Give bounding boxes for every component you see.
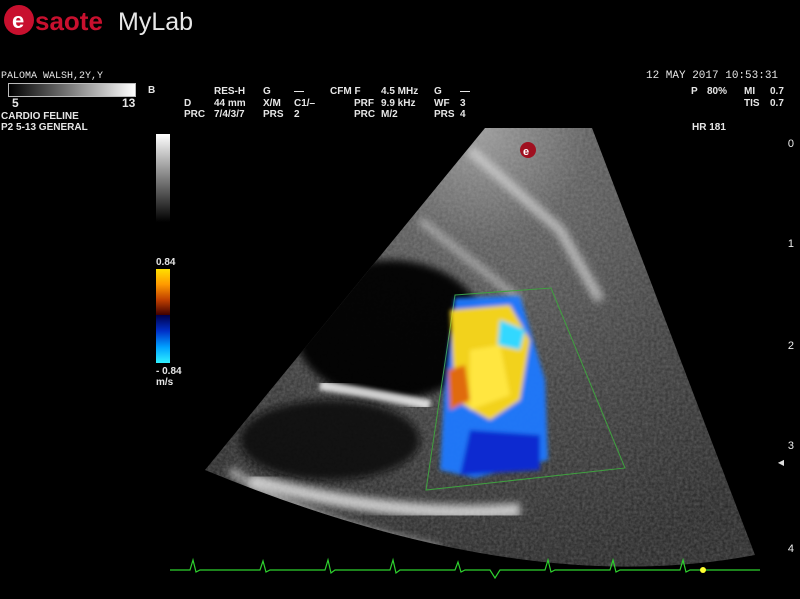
depth-mark-0: 0 — [787, 138, 794, 150]
grayscale-map-bar — [8, 83, 136, 97]
cfm-prs-label: PRS — [434, 109, 455, 120]
cfm-g-value: — — [460, 86, 470, 97]
cfm-frequency: 4.5 MHz — [381, 86, 419, 97]
bmode-prs-label: PRS — [263, 109, 284, 120]
bmode-depth: 44 mm — [214, 98, 246, 109]
cfm-prc-value: M/2 — [381, 109, 398, 120]
depth-mark-1: 1 — [787, 238, 794, 250]
bmode-depth-label: D — [184, 98, 192, 109]
depth-mark-2: 2 — [787, 340, 794, 352]
depth-mark-3: 3 — [787, 440, 794, 452]
echo-sector-image: e — [170, 128, 760, 580]
bmode-res: RES-H — [214, 86, 246, 97]
scale-max: 13 — [122, 96, 136, 110]
mi-label: MI — [744, 86, 756, 97]
cfm-header: CFM F — [330, 86, 361, 97]
mi-value: 0.7 — [770, 86, 784, 97]
bmode-xm-label: X/M — [263, 98, 281, 109]
focus-marker-icon: ◀ — [777, 458, 784, 467]
date-time: 12 MAY 2017 10:53:31 — [646, 70, 779, 82]
bmode-prs-value: 2 — [294, 109, 300, 120]
power-label: P — [691, 86, 698, 97]
bmode-g-value: — — [294, 86, 304, 97]
cfm-prs-value: 4 — [460, 109, 466, 120]
depth-mark-4: 4 — [787, 543, 794, 555]
cfm-wf-value: 3 — [460, 98, 466, 109]
cfm-prf-value: 9.9 kHz — [381, 98, 416, 109]
cfm-prc-label: PRC — [354, 109, 376, 120]
scale-min: 5 — [12, 96, 19, 110]
bmode-prc-label: PRC — [184, 109, 206, 120]
esaote-logo: e saote MyLab — [4, 5, 193, 36]
bmode-label: B — [148, 85, 156, 96]
bmode-g-label: G — [263, 86, 271, 97]
svg-text:e: e — [523, 146, 529, 158]
bmode-xm-value: C1/– — [294, 98, 316, 109]
application-preset: CARDIO FELINE — [1, 111, 79, 122]
power-value: 80% — [707, 86, 728, 97]
cfm-prf-label: PRF — [354, 98, 374, 109]
svg-text:e: e — [12, 8, 24, 33]
svg-text:saote: saote — [35, 6, 103, 36]
bmode-prc: 7/4/3/7 — [214, 109, 245, 120]
tis-label: TIS — [744, 98, 760, 109]
tis-value: 0.7 — [770, 98, 784, 109]
svg-text:MyLab: MyLab — [118, 8, 193, 36]
patient-name: PALOMA WALSH,2Y,Y — [1, 71, 104, 82]
cfm-g-label: G — [434, 86, 442, 97]
probe-preset: P2 5-13 GENERAL — [1, 122, 88, 133]
cfm-wf-label: WF — [434, 98, 450, 109]
